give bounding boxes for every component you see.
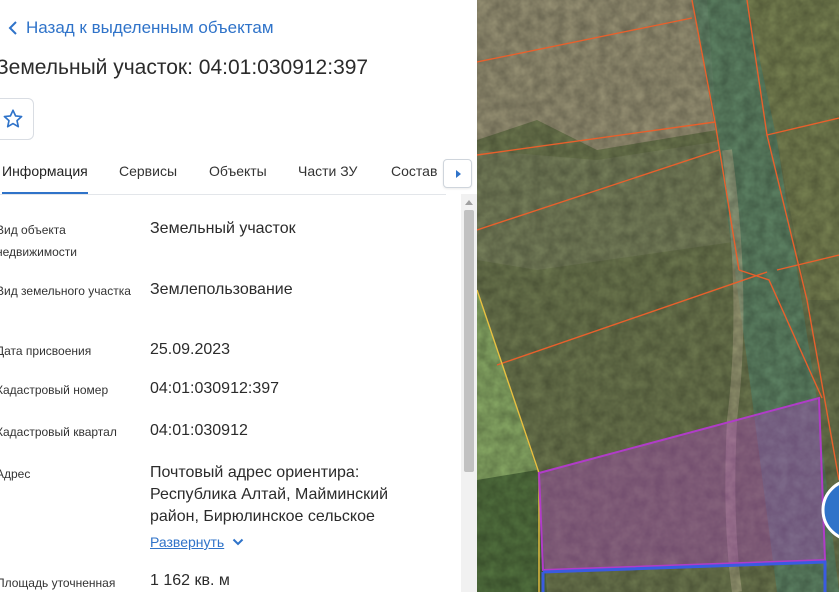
caret-right-icon: [454, 169, 462, 179]
back-to-selected-link[interactable]: Назад к выделенным объектам: [0, 16, 274, 40]
tab-information[interactable]: Информация: [2, 150, 88, 194]
favorite-button[interactable]: [0, 98, 34, 140]
field-value-assignment-date: 25.09.2023: [150, 341, 231, 358]
field-value-object-type: Земельный участок: [150, 220, 296, 237]
tab-objects[interactable]: Объекты: [209, 150, 267, 192]
chevron-left-icon: [0, 21, 26, 35]
scroll-up-arrow-icon[interactable]: [461, 196, 477, 208]
attributes-list: Вид объекта недвижимости Земельный участ…: [0, 194, 460, 592]
field-label-area: Площадь уточненная: [0, 576, 116, 590]
field-label-object-type: Вид объекта недвижимости: [0, 223, 77, 259]
expand-link-label: Развернуть: [150, 534, 225, 550]
field-value-parcel-type: Землепользование: [150, 281, 293, 298]
tab-composition[interactable]: Состав: [391, 150, 437, 192]
tab-bar: Информация Сервисы Объекты Части ЗУ Сост…: [0, 150, 446, 195]
field-label-parcel-type: Вид земельного участка: [0, 284, 131, 298]
info-panel: Назад к выделенным объектам Земельный уч…: [0, 0, 477, 592]
page-title: Земельный участок: 04:01:030912:397: [0, 56, 369, 79]
map-canvas: [477, 0, 839, 592]
tab-parcel-parts[interactable]: Части ЗУ: [298, 150, 357, 192]
back-link-label: Назад к выделенным объектам: [26, 18, 274, 37]
panel-scrollbar[interactable]: [461, 194, 477, 592]
tabs-next-button[interactable]: [443, 159, 472, 188]
field-value-cadastral-quarter: 04:01:030912: [150, 422, 248, 439]
tab-services[interactable]: Сервисы: [119, 150, 177, 192]
expand-address-link[interactable]: Развернуть: [150, 534, 244, 550]
scroll-thumb[interactable]: [464, 210, 474, 472]
field-value-cadastral-number: 04:01:030912:397: [150, 380, 280, 397]
star-outline-icon: [2, 108, 24, 130]
field-value-area: 1 162 кв. м: [150, 572, 230, 589]
chevron-down-icon: [232, 538, 244, 546]
field-label-assignment-date: Дата присвоения: [0, 344, 92, 358]
field-label-cadastral-number: Кадастровый номер: [0, 383, 109, 397]
field-value-address: Почтовый адрес ориентира: Республика Алт…: [150, 464, 388, 525]
field-label-address: Адрес: [0, 467, 31, 481]
field-label-cadastral-quarter: Кадастровый квартал: [0, 425, 117, 439]
satellite-map[interactable]: [477, 0, 839, 592]
